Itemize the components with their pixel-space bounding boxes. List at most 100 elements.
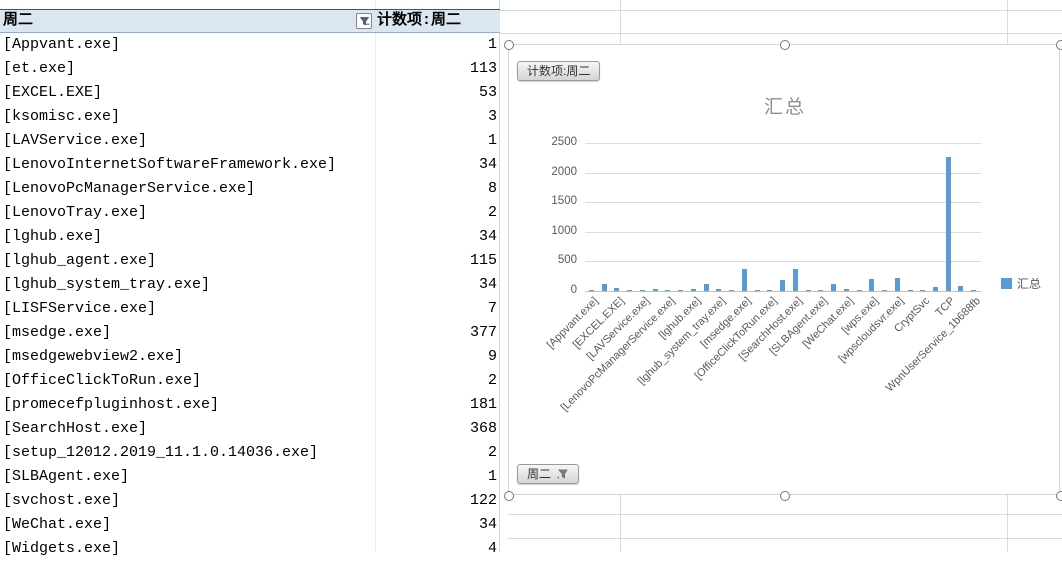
table-row[interactable]: [lghub_system_tray.exe] 34 [0, 273, 500, 297]
table-row[interactable]: [lghub.exe] 34 [0, 225, 500, 249]
bar [894, 278, 900, 291]
table-row[interactable]: [OfficeClickToRun.exe] 2 [0, 369, 500, 393]
autofilter-funnel-icon[interactable] [356, 13, 372, 29]
table-row[interactable]: [WeChat.exe] 34 [0, 513, 500, 537]
bar [652, 288, 658, 291]
row-value-cell[interactable]: 181 [470, 393, 497, 417]
chart-axis-field-button[interactable]: 周二 [517, 464, 580, 484]
pivot-header-row: 周二 计数项:周二 [0, 9, 500, 33]
bar [958, 286, 964, 291]
row-name-cell[interactable]: [LISFService.exe] [3, 297, 156, 321]
row-value-cell[interactable]: 34 [479, 153, 497, 177]
row-name-cell[interactable]: [WeChat.exe] [3, 513, 111, 537]
bar [729, 289, 735, 291]
row-value-cell[interactable]: 1 [488, 129, 497, 153]
row-name-cell[interactable]: [lghub_agent.exe] [3, 249, 156, 273]
selection-handle[interactable] [504, 40, 514, 50]
row-name-cell[interactable]: [lghub_system_tray.exe] [3, 273, 210, 297]
table-row[interactable]: [Appvant.exe] 1 [0, 33, 500, 57]
sheet-gridline [500, 10, 1062, 11]
y-axis-tick-label: 0 [570, 284, 577, 296]
bar [818, 289, 824, 291]
row-value-cell[interactable]: 2 [488, 441, 497, 465]
bar [678, 289, 684, 291]
legend-label: 汇总 [1017, 277, 1042, 291]
row-name-cell[interactable]: [et.exe] [3, 57, 75, 81]
table-row[interactable]: [LenovoTray.exe] 2 [0, 201, 500, 225]
table-row[interactable]: [EXCEL.EXE] 53 [0, 81, 500, 105]
row-name-cell[interactable]: [msedge.exe] [3, 321, 111, 345]
row-value-cell[interactable]: 122 [470, 489, 497, 513]
table-row[interactable]: [msedgewebview2.exe] 9 [0, 345, 500, 369]
sheet-gridline [508, 538, 1062, 539]
bar [805, 289, 811, 291]
selection-handle[interactable] [780, 491, 790, 501]
row-name-cell[interactable]: [setup_12012.2019_11.1.0.14036.exe] [3, 441, 318, 465]
row-value-cell[interactable]: 7 [488, 297, 497, 321]
row-name-cell[interactable]: [Widgets.exe] [3, 537, 120, 561]
pivot-table: 周二 计数项:周二 [Appvant.exe] 1 [et.exe] 113 [EXCE… [0, 0, 500, 557]
table-row[interactable]: [svchost.exe] 122 [0, 489, 500, 513]
table-row[interactable]: [lghub_agent.exe] 115 [0, 249, 500, 273]
row-value-cell[interactable]: 115 [470, 249, 497, 273]
row-name-cell[interactable]: [LenovoPcManagerService.exe] [3, 177, 255, 201]
table-row[interactable]: [Widgets.exe] 4 [0, 537, 500, 561]
row-name-cell[interactable]: [Appvant.exe] [3, 33, 120, 57]
row-value-cell[interactable]: 53 [479, 81, 497, 105]
table-row[interactable]: [LenovoPcManagerService.exe] 8 [0, 177, 500, 201]
chart-axis-field-label: 周二 [527, 467, 552, 481]
row-value-cell[interactable]: 113 [470, 57, 497, 81]
bar [589, 289, 594, 291]
selection-handle[interactable] [780, 40, 790, 50]
row-name-cell[interactable]: [ksomisc.exe] [3, 105, 120, 129]
row-value-cell[interactable]: 3 [488, 105, 497, 129]
table-row[interactable]: [SLBAgent.exe] 1 [0, 465, 500, 489]
table-row[interactable]: [LISFService.exe] 7 [0, 297, 500, 321]
row-value-cell[interactable]: 34 [479, 513, 497, 537]
row-name-cell[interactable]: [EXCEL.EXE] [3, 81, 102, 105]
row-value-cell[interactable]: 2 [488, 201, 497, 225]
sheet-gridline [620, 495, 621, 552]
row-value-cell[interactable]: 1 [488, 33, 497, 57]
row-value-cell[interactable]: 34 [479, 225, 497, 249]
row-name-cell[interactable]: [LenovoInternetSoftwareFramework.exe] [3, 153, 336, 177]
bar [971, 289, 977, 291]
legend-swatch [1001, 278, 1012, 289]
y-axis-tick-label: 2500 [551, 136, 577, 149]
row-name-cell[interactable]: [msedgewebview2.exe] [3, 345, 183, 369]
selection-handle[interactable] [504, 491, 514, 501]
row-value-cell[interactable]: 377 [470, 321, 497, 345]
table-row[interactable]: [LenovoInternetSoftwareFramework.exe] 34 [0, 153, 500, 177]
table-row[interactable]: [promecefpluginhost.exe] 181 [0, 393, 500, 417]
row-name-cell[interactable]: [SLBAgent.exe] [3, 465, 129, 489]
table-row[interactable]: [setup_12012.2019_11.1.0.14036.exe] 2 [0, 441, 500, 465]
row-name-cell[interactable]: [LenovoTray.exe] [3, 201, 147, 225]
table-row[interactable]: [LAVService.exe] 1 [0, 129, 500, 153]
row-value-cell[interactable]: 4 [488, 537, 497, 561]
bar [907, 289, 913, 291]
pivot-chart[interactable]: 计数项:周二 汇总 0 500 1000 1500 2000 2500 [Appvant.e… [504, 40, 1062, 501]
table-row[interactable]: [ksomisc.exe] 3 [0, 105, 500, 129]
selection-handle[interactable] [1056, 40, 1062, 50]
row-name-cell[interactable]: [OfficeClickToRun.exe] [3, 369, 201, 393]
table-row[interactable]: [SearchHost.exe] 368 [0, 417, 500, 441]
selection-handle[interactable] [1056, 491, 1062, 501]
row-name-cell[interactable]: [LAVService.exe] [3, 129, 147, 153]
row-value-cell[interactable]: 2 [488, 369, 497, 393]
table-row[interactable]: [et.exe] 113 [0, 57, 500, 81]
table-row[interactable]: [msedge.exe] 377 [0, 321, 500, 345]
row-name-cell[interactable]: [lghub.exe] [3, 225, 102, 249]
row-name-cell[interactable]: [promecefpluginhost.exe] [3, 393, 219, 417]
bar [945, 157, 951, 291]
row-value-cell[interactable]: 34 [479, 273, 497, 297]
row-name-cell[interactable]: [SearchHost.exe] [3, 417, 147, 441]
row-value-cell[interactable]: 8 [488, 177, 497, 201]
bar [767, 289, 773, 291]
row-value-cell[interactable]: 1 [488, 465, 497, 489]
row-name-cell[interactable]: [svchost.exe] [3, 489, 120, 513]
bar [627, 289, 633, 291]
chart-value-field-button[interactable]: 计数项:周二 [517, 61, 601, 81]
row-value-cell[interactable]: 9 [488, 345, 497, 369]
row-value-cell[interactable]: 368 [470, 417, 497, 441]
sheet-gridline [500, 33, 1062, 34]
